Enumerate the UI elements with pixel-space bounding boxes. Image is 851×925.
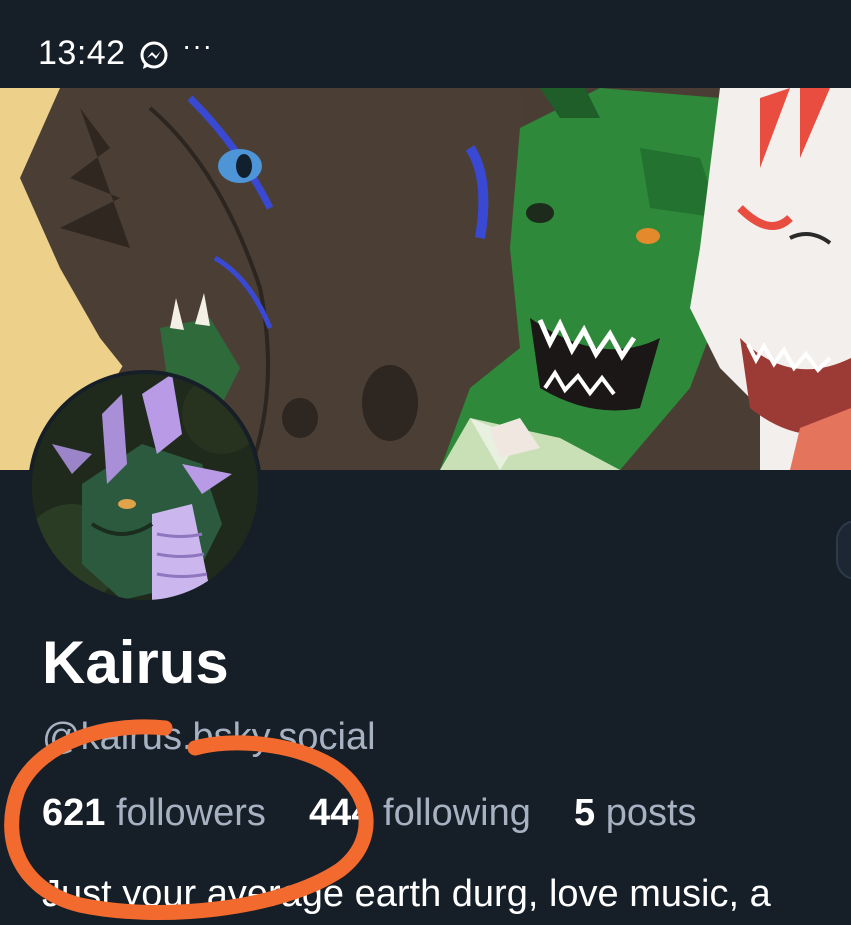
- avatar-artwork: [32, 374, 258, 600]
- profile-handle: @kairus.bsky.social: [42, 716, 376, 758]
- following-label: following: [383, 792, 531, 834]
- posts-count: 5: [574, 792, 596, 834]
- messenger-icon: [138, 40, 170, 72]
- profile-bio: Just your average earth durg, love music…: [42, 873, 771, 915]
- followers-label: followers: [115, 792, 266, 834]
- status-bar: 13:42 ···: [0, 0, 851, 88]
- following-link[interactable]: 444 following: [309, 792, 541, 834]
- profile-display-name: Kairus: [42, 629, 229, 696]
- more-icon: ···: [182, 30, 213, 61]
- profile-stats: 621 followers 444 following 5 posts: [42, 792, 697, 835]
- posts-stat: 5 posts: [574, 792, 697, 834]
- profile-avatar[interactable]: [28, 370, 262, 604]
- following-count: 444: [309, 792, 373, 834]
- followers-link[interactable]: 621 followers: [42, 792, 276, 834]
- followers-count: 621: [42, 792, 106, 834]
- posts-label: posts: [605, 792, 697, 834]
- follow-button-edge[interactable]: [836, 520, 851, 580]
- status-time: 13:42: [38, 34, 126, 72]
